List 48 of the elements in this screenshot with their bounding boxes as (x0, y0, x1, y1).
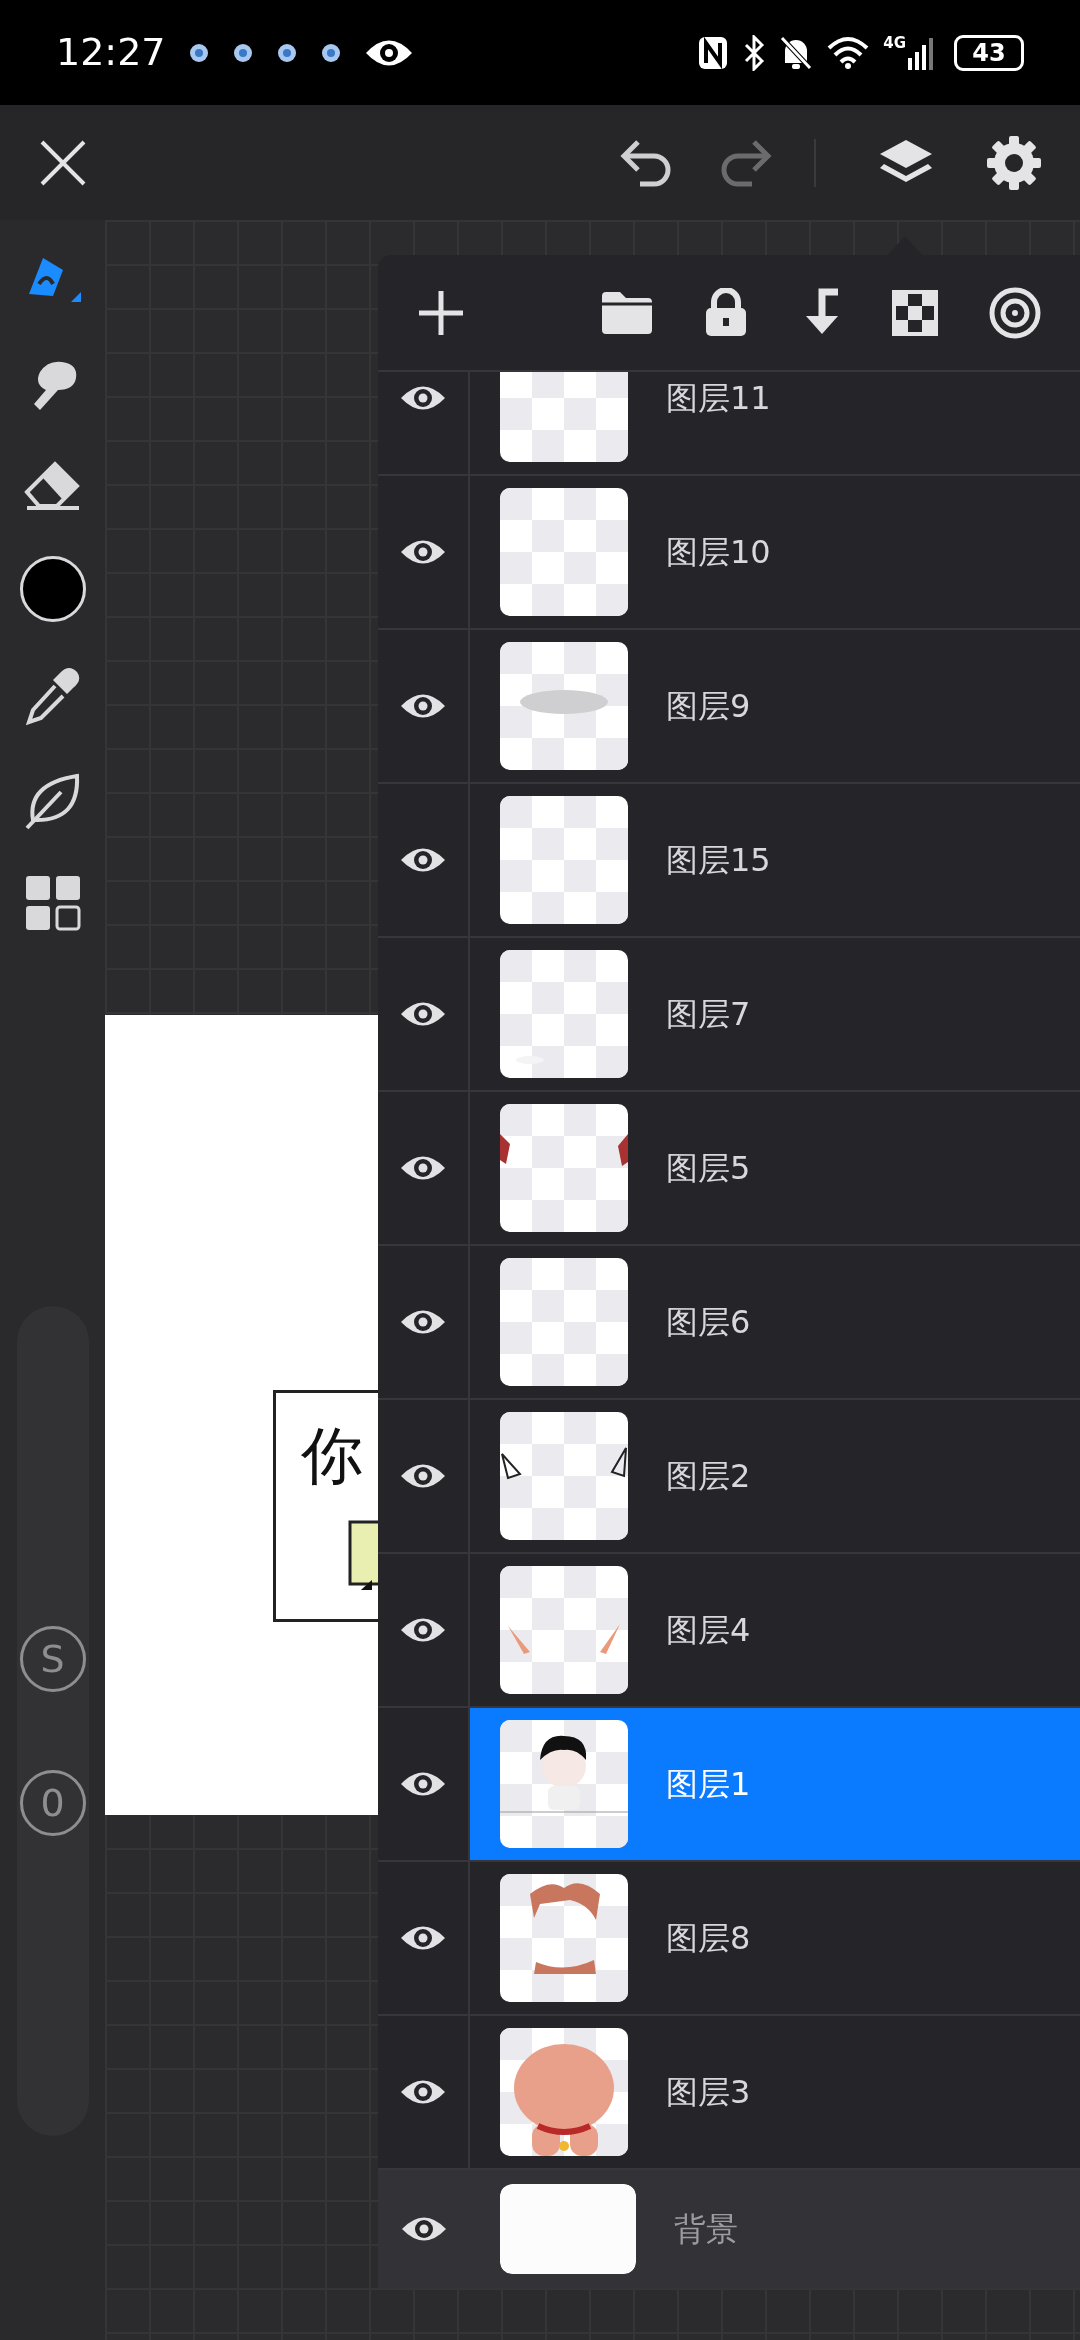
clock: 12:27 (56, 29, 166, 76)
network-type: 4G (883, 35, 906, 51)
notification-icon (231, 41, 254, 64)
layer-name: 图层4 (666, 1610, 751, 1651)
layer-item[interactable]: 图层15 (470, 784, 1080, 936)
round-button[interactable]: S (19, 1626, 86, 1692)
folder-icon[interactable] (600, 289, 654, 336)
nfc-icon (697, 34, 730, 71)
notification-icon (275, 41, 298, 64)
layer-item[interactable]: 图层8 (470, 1862, 1080, 2014)
layer-item[interactable]: 图层3 (470, 2016, 1080, 2168)
layer-item[interactable]: 图层10 (470, 476, 1080, 628)
layer-item[interactable]: 图层9 (470, 630, 1080, 782)
layer-name: 图层7 (666, 994, 751, 1035)
layer-name: 图层10 (666, 532, 771, 573)
layer-name: 图层2 (666, 1456, 751, 1497)
grid-icon[interactable] (23, 874, 82, 932)
layer-name: 图层9 (666, 686, 751, 727)
layer-item[interactable]: 图层11 (470, 372, 1080, 474)
drawing-canvas[interactable]: 你 (105, 1015, 378, 1815)
bluetooth-icon (743, 34, 766, 71)
notification-icon (187, 41, 210, 64)
signal-icon (908, 35, 934, 70)
layer-item[interactable]: 图层7 (470, 938, 1080, 1090)
layer-item[interactable]: 图层1 (470, 1708, 1080, 1860)
layer-name: 图层8 (666, 1918, 751, 1959)
notification-icon (319, 41, 342, 64)
layer-name: 图层1 (666, 1764, 751, 1805)
settings-icon[interactable] (986, 134, 1042, 191)
layer-name: 图层6 (666, 1302, 751, 1343)
layer-name: 图层15 (666, 840, 771, 881)
target-icon[interactable] (988, 285, 1042, 340)
checkerboard-icon[interactable] (892, 289, 938, 336)
eyedropper-icon[interactable] (24, 666, 81, 726)
layer-name: 图层3 (666, 2072, 751, 2113)
layer-item[interactable]: 图层6 (470, 1246, 1080, 1398)
round-button[interactable]: 0 (19, 1770, 86, 1836)
muted-bell-icon (779, 34, 814, 71)
layer-item[interactable]: 图层4 (470, 1554, 1080, 1706)
lock-icon[interactable] (704, 287, 748, 338)
layer-name: 图层5 (666, 1148, 751, 1189)
layer-item[interactable]: 图层2 (470, 1400, 1080, 1552)
layer-name: 背景 (674, 2209, 738, 2250)
question-text: 你 (301, 1425, 363, 1487)
layer-item[interactable]: 图层5 (470, 1092, 1080, 1244)
battery-indicator: 43 (954, 34, 1024, 71)
layer-name: 图层11 (666, 378, 771, 419)
wifi-icon (827, 35, 870, 70)
